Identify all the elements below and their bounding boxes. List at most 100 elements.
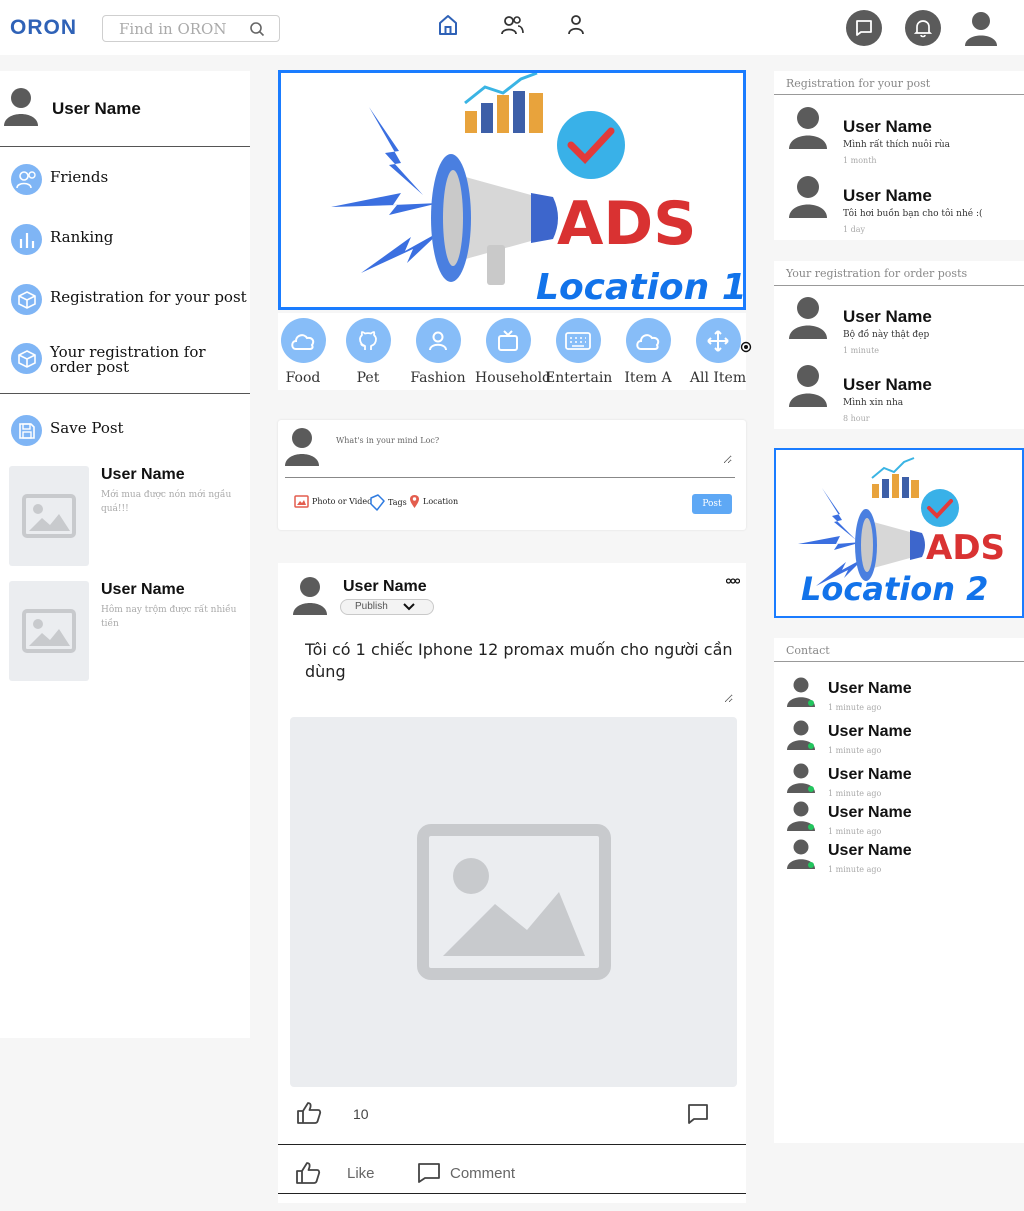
- add-tags-label: Tags: [388, 498, 407, 507]
- tv-icon: [485, 318, 531, 363]
- registration-item[interactable]: User Name Tôi hơi buồn bạn cho tôi nhé :…: [774, 176, 1024, 248]
- profile-nav-icon[interactable]: [566, 14, 586, 40]
- friends-nav-icon[interactable]: [500, 14, 524, 40]
- feed-post: User Name Publish 10 Like Comment: [278, 563, 746, 1203]
- category-label: Pet: [356, 370, 380, 386]
- sidebar-item-label: Ranking: [50, 228, 114, 246]
- like-icon[interactable]: [296, 1101, 322, 1129]
- messages-button[interactable]: [846, 10, 882, 46]
- category-label: Item A: [624, 370, 672, 386]
- image-placeholder-icon: [416, 824, 611, 980]
- sidebar-item-order-registration[interactable]: Your registration for order post: [0, 339, 250, 379]
- contact-item[interactable]: User Name 1 minute ago: [774, 676, 1024, 716]
- divider: [285, 477, 735, 478]
- sidebar-item-label: Your registration for order post: [50, 343, 206, 376]
- registration-item[interactable]: User Name Mình rất thích nuôi rùa 1 mont…: [774, 107, 1024, 179]
- chevron-down-icon: [403, 603, 415, 611]
- contact-item[interactable]: User Name 1 minute ago: [774, 719, 1024, 759]
- notifications-button[interactable]: [905, 10, 941, 46]
- ad-location-label: Location 1: [536, 267, 746, 308]
- search-icon[interactable]: [249, 21, 265, 41]
- contact-time: 1 minute ago: [828, 703, 882, 712]
- category-bar: Food Pet Fashion Household Entertain Ite…: [278, 313, 746, 390]
- contact-panel: Contact User Name 1 minute ago User Name…: [774, 638, 1024, 1143]
- contact-item[interactable]: User Name 1 minute ago: [774, 800, 1024, 840]
- ad-location-label: Location 2: [801, 570, 989, 608]
- post-author[interactable]: User Name: [343, 578, 427, 596]
- sidebar-item-registration[interactable]: Registration for your post: [0, 280, 250, 320]
- sidebar-item-ranking[interactable]: Ranking: [0, 220, 250, 260]
- category-household[interactable]: Household: [475, 318, 552, 386]
- avatar: [788, 174, 828, 224]
- comment-button[interactable]: Comment: [417, 1162, 515, 1184]
- contact-name: User Name: [828, 766, 912, 783]
- add-location-button[interactable]: Location: [409, 494, 458, 509]
- add-photo-button[interactable]: Photo or Video: [294, 494, 372, 509]
- category-pet[interactable]: Pet: [335, 318, 401, 386]
- box-icon: [11, 343, 42, 374]
- avatar: [292, 575, 328, 621]
- tag-icon: [370, 494, 385, 511]
- registration-message: Tôi hơi buồn bạn cho tôi nhé :(: [843, 209, 983, 219]
- post-text[interactable]: [305, 639, 733, 703]
- search-box[interactable]: [102, 15, 280, 42]
- saved-post-thumbnail: [9, 581, 89, 681]
- contact-time: 1 minute ago: [828, 746, 882, 755]
- save-icon: [11, 415, 42, 446]
- category-label: Entertain: [545, 370, 613, 386]
- home-icon[interactable]: [438, 14, 458, 40]
- contact-item[interactable]: User Name 1 minute ago: [774, 838, 1024, 878]
- person-icon: [415, 318, 461, 363]
- online-status-dot: [808, 700, 814, 706]
- account-avatar[interactable]: [963, 10, 999, 52]
- avatar: [788, 363, 828, 413]
- more-options-icon[interactable]: [725, 570, 741, 589]
- visibility-value: Publish: [355, 601, 388, 612]
- sidebar-item-label: Friends: [50, 168, 109, 186]
- order-time: 1 minute: [843, 346, 880, 355]
- category-food[interactable]: Food: [270, 318, 336, 386]
- like-label: Like: [347, 1164, 375, 1182]
- composer-input[interactable]: [336, 436, 732, 464]
- saved-post-item[interactable]: User Name Mới mua được nón mới ngầu quá!…: [9, 466, 245, 566]
- contact-name: User Name: [828, 804, 912, 821]
- github-icon: [345, 318, 391, 363]
- divider: [278, 1144, 746, 1145]
- like-icon: [296, 1162, 321, 1184]
- ad-banner-location-2[interactable]: ADS Location 2: [774, 448, 1024, 618]
- order-user: User Name: [843, 307, 932, 326]
- category-fashion[interactable]: Fashion: [405, 318, 471, 386]
- box-icon: [11, 284, 42, 315]
- category-item-a[interactable]: Item A: [615, 318, 681, 386]
- contact-item[interactable]: User Name 1 minute ago: [774, 762, 1024, 802]
- profile-card[interactable]: User Name: [0, 71, 250, 147]
- comment-icon[interactable]: [687, 1103, 709, 1129]
- more-categories-icon[interactable]: [740, 338, 752, 357]
- bell-icon: [914, 20, 932, 38]
- order-time: 8 hour: [843, 414, 870, 423]
- order-registration-item[interactable]: User Name Mình xin nha 8 hour: [774, 365, 1024, 437]
- order-registration-item[interactable]: User Name Bộ đồ này thật đẹp 1 minute: [774, 297, 1024, 369]
- search-input[interactable]: [119, 19, 249, 39]
- avatar: [786, 838, 816, 874]
- saved-post-item[interactable]: User Name Hôm nay trộm được rất nhiều ti…: [9, 581, 245, 681]
- sidebar-item-friends[interactable]: Friends: [0, 160, 250, 200]
- app-logo[interactable]: ORON: [10, 16, 77, 40]
- contact-name: User Name: [828, 680, 912, 697]
- divider: [774, 94, 1024, 95]
- registration-user: User Name: [843, 186, 932, 205]
- move-icon: [695, 318, 741, 363]
- post-button[interactable]: Post: [692, 494, 732, 514]
- sidebar-item-save-post[interactable]: Save Post: [0, 411, 250, 451]
- profile-name[interactable]: User Name: [52, 99, 141, 119]
- post-image[interactable]: [290, 717, 737, 1087]
- contact-name: User Name: [828, 723, 912, 740]
- like-button[interactable]: Like: [295, 1161, 375, 1185]
- visibility-select[interactable]: Publish: [340, 599, 434, 615]
- category-entertain[interactable]: Entertain: [545, 318, 613, 386]
- category-label: Household: [475, 370, 552, 386]
- ad-banner-location-1[interactable]: ADS Location 1: [278, 70, 746, 310]
- sidebar-item-label: Save Post: [50, 419, 124, 437]
- left-sidebar: User Name Friends Ranking Registration f…: [0, 71, 250, 1038]
- add-tags-button[interactable]: Tags: [370, 494, 407, 511]
